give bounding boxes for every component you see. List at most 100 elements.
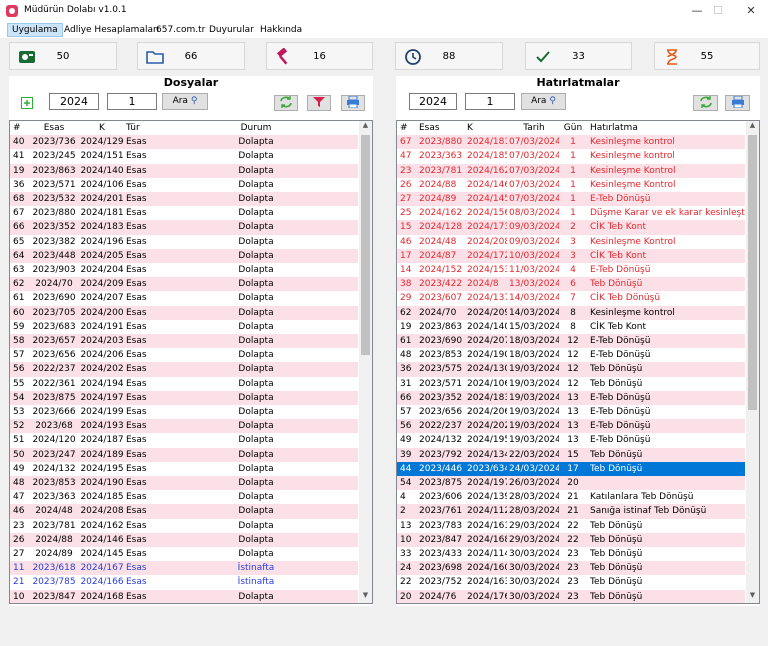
table-row[interactable]: 26 2024/88 2024/146 Esas Dolapta xyxy=(10,532,358,547)
menu-adliye-hesaplamalari[interactable]: Adliye Hesaplamaları xyxy=(60,24,163,36)
table-row[interactable]: 11 2023/618 2024/167 Esas İstinafta xyxy=(10,561,358,576)
table-row[interactable]: 68 2023/532 2024/201 Esas Dolapta xyxy=(10,192,358,207)
table-row[interactable]: 27 2024/89 2024/145 Esas Dolapta xyxy=(10,547,358,561)
table-row[interactable]: 44 2023/446 2023/634 24/03/2024 17 Teb Dönüşü xyxy=(397,461,745,476)
table-row[interactable]: 17 2024/87 2024/172 10/03/2024 3 CİK Teb Kont xyxy=(397,248,745,263)
table-row[interactable]: 33 2023/433 2024/114 30/03/2024 23 Teb Dönüşü xyxy=(397,547,745,561)
scroll-down-icon[interactable]: ▼ xyxy=(746,591,759,603)
table-row[interactable]: 27 2024/89 2024/145 07/03/2024 1 E-Teb Dönüşü xyxy=(397,192,745,207)
column-header[interactable]: Tarih xyxy=(509,121,559,135)
stat-card-4[interactable]: 88 xyxy=(395,42,503,70)
search-button[interactable]: Ara ⚲ xyxy=(162,93,208,110)
table-row[interactable]: 15 2024/128 2024/173 09/03/2024 2 CİK Teb Kon… xyxy=(397,220,745,235)
table-row[interactable]: 29 2023/607 2024/137 14/03/2024 7 CİK Teb Dön… xyxy=(397,291,745,305)
table-row[interactable]: 19 2023/863 2024/140 15/03/2024 8 CİK Teb Kon… xyxy=(397,320,745,334)
column-header[interactable]: Hatırlatma xyxy=(590,121,745,135)
table-row[interactable]: 56 2022/237 2024/202 19/03/2024 13 E-Teb Dönü… xyxy=(397,419,745,434)
table-row[interactable]: 62 2024/70 2024/209 Esas Dolapta xyxy=(10,277,358,292)
table-row[interactable]: 61 2023/690 2024/207 Esas Dolapta xyxy=(10,291,358,305)
table-row[interactable]: 59 2023/683 2024/191 Esas Dolapta xyxy=(10,320,358,334)
scroll-up-icon[interactable]: ▲ xyxy=(746,121,759,133)
scroll-up-icon[interactable]: ▲ xyxy=(359,121,372,133)
table-row[interactable]: 49 2024/132 2024/195 Esas Dolapta xyxy=(10,462,358,476)
search-button[interactable]: Ara ⚲ xyxy=(521,93,566,110)
table-row[interactable]: 21 2023/785 2024/166 Esas İstinafta xyxy=(10,575,358,589)
scrollbar-thumb[interactable] xyxy=(361,135,370,355)
stat-card-3[interactable]: 16 xyxy=(266,42,373,70)
table-row[interactable]: 60 2023/705 2024/200 Esas Dolapta xyxy=(10,305,358,320)
table-row[interactable]: 55 2022/361 2024/194 Esas Dolapta xyxy=(10,377,358,391)
year-input[interactable]: 2024 xyxy=(409,93,457,110)
table-row[interactable]: 63 2023/903 2024/204 Esas Dolapta xyxy=(10,263,358,277)
vertical-scrollbar[interactable]: ▲ ▼ xyxy=(746,121,759,603)
table-row[interactable]: 46 2024/48 2024/208 09/03/2024 3 Kesinleşme K… xyxy=(397,235,745,249)
table-row[interactable]: 67 2023/880 2024/181 Esas Dolapta xyxy=(10,206,358,220)
table-row[interactable]: 51 2024/120 2024/187 Esas Dolapta xyxy=(10,433,358,447)
table-row[interactable]: 23 2023/781 2024/162 Esas Dolapta xyxy=(10,519,358,533)
table-row[interactable]: 47 2023/363 2024/185 07/03/2024 1 Kesinleşme … xyxy=(397,149,745,163)
table-row[interactable]: 54 2023/875 2024/197 26/03/2024 20 xyxy=(397,476,745,491)
number-input[interactable]: 1 xyxy=(465,93,515,110)
table-row[interactable]: 36 2023/571 2024/106 Esas Dolapta xyxy=(10,178,358,192)
table-row[interactable]: 62 2024/70 2024/209 14/03/2024 8 Kesinleşme k… xyxy=(397,305,745,320)
table-row[interactable]: 19 2023/863 2024/140 Esas Dolapta xyxy=(10,163,358,178)
table-row[interactable]: 57 2023/656 2024/206 19/03/2024 13 E-Teb Dönü… xyxy=(397,405,745,419)
menu-657[interactable]: 657.com.tr xyxy=(152,24,209,36)
stat-card-1[interactable]: 50 xyxy=(9,42,117,70)
stat-card-5[interactable]: 33 xyxy=(525,42,632,70)
table-row[interactable]: 47 2023/363 2024/185 Esas Dolapta xyxy=(10,490,358,504)
table-row[interactable]: 49 2024/132 2024/195 19/03/2024 13 E-Teb Dönü… xyxy=(397,433,745,447)
table-row[interactable]: 56 2022/237 2024/202 Esas Dolapta xyxy=(10,362,358,377)
menu-uygulama[interactable]: Uygulama xyxy=(7,23,63,37)
menu-duyurular[interactable]: Duyurular xyxy=(205,24,258,36)
vertical-scrollbar[interactable]: ▲ ▼ xyxy=(359,121,372,603)
table-row[interactable]: 57 2023/656 2024/206 Esas Dolapta xyxy=(10,348,358,362)
table-row[interactable]: 67 2023/880 2024/181 07/03/2024 1 Kesinleşme … xyxy=(397,135,745,150)
column-header[interactable]: # xyxy=(400,121,418,135)
table-row[interactable]: 48 2023/853 2024/190 18/03/2024 12 E-Teb Dönü… xyxy=(397,348,745,362)
column-header[interactable]: # xyxy=(13,121,29,135)
refresh-button[interactable] xyxy=(693,95,718,111)
table-row[interactable]: 41 2023/245 2024/151 Esas Dolapta xyxy=(10,149,358,163)
table-row[interactable]: 23 2023/781 2024/162 07/03/2024 1 Kesinleşme … xyxy=(397,163,745,178)
column-header[interactable]: Tür xyxy=(126,121,154,135)
filter-button[interactable] xyxy=(307,95,331,111)
table-row[interactable]: 26 2024/88 2024/146 07/03/2024 1 Kesinleşme K… xyxy=(397,178,745,192)
table-row[interactable]: 10 2023/847 2024/168 Esas Dolapta xyxy=(10,589,358,603)
table-row[interactable]: 61 2023/690 2024/207 18/03/2024 12 E-Teb Dönü… xyxy=(397,334,745,349)
maximize-button[interactable]: ☐ xyxy=(703,3,733,19)
table-row[interactable]: 46 2024/48 2024/208 Esas Dolapta xyxy=(10,504,358,519)
table-row[interactable]: 39 2023/792 2024/134 22/03/2024 15 Teb Dönüşü xyxy=(397,447,745,462)
column-header[interactable]: Esas xyxy=(419,121,463,135)
column-header[interactable]: Gün xyxy=(563,121,583,135)
table-row[interactable]: 52 2023/68 2024/193 Esas Dolapta xyxy=(10,419,358,434)
print-button[interactable] xyxy=(725,95,750,111)
table-row[interactable]: 65 2023/382 2024/196 Esas Dolapta xyxy=(10,235,358,249)
scrollbar-thumb[interactable] xyxy=(748,135,757,410)
table-row[interactable]: 14 2024/152 2024/153 11/03/2024 4 E-Teb Dönüş… xyxy=(397,263,745,277)
hatirlatmalar-table[interactable]: # Esas K Tarih Gün Hatırlatma 67 2023/880 2024/1… xyxy=(396,120,760,604)
refresh-button[interactable] xyxy=(274,95,298,111)
column-header[interactable]: Esas xyxy=(30,121,78,135)
table-row[interactable]: 54 2023/875 2024/197 Esas Dolapta xyxy=(10,390,358,405)
table-row[interactable]: 38 2023/422 2024/8 13/03/2024 6 Teb Dönüşü xyxy=(397,277,745,292)
table-row[interactable]: 53 2023/666 2024/199 Esas Dolapta xyxy=(10,405,358,419)
dosyalar-table[interactable]: # Esas K Tür Durum 40 2023/736 2024/129 Esas Dola… xyxy=(9,120,373,604)
table-row[interactable]: 64 2023/448 2024/205 Esas Dolapta xyxy=(10,248,358,263)
table-row[interactable]: 22 2023/752 2024/163 30/03/2024 23 Teb Dönüşü xyxy=(397,575,745,589)
table-row[interactable]: 24 2023/698 2024/160 30/03/2024 23 Teb Dönüşü xyxy=(397,561,745,576)
table-row[interactable]: 36 2023/575 2024/130 19/03/2024 12 Teb Dönüşü xyxy=(397,362,745,377)
table-row[interactable]: 10 2023/847 2024/168 29/03/2024 22 Teb Dönüşü xyxy=(397,532,745,547)
number-input[interactable]: 1 xyxy=(107,93,157,110)
table-row[interactable]: 13 2023/783 2024/161 29/03/2024 22 Teb Dönüşü xyxy=(397,519,745,533)
print-button[interactable] xyxy=(341,95,365,111)
table-row[interactable]: 31 2023/571 2024/106 19/03/2024 12 Teb Dönüşü xyxy=(397,377,745,391)
table-row[interactable]: 66 2023/352 2024/183 19/03/2024 13 E-Teb Dönü… xyxy=(397,390,745,405)
stat-card-6[interactable]: 55 xyxy=(654,42,760,70)
column-header[interactable]: K xyxy=(467,121,507,135)
table-row[interactable]: 40 2023/736 2024/129 Esas Dolapta xyxy=(10,135,358,150)
table-row[interactable]: 66 2023/352 2024/183 Esas Dolapta xyxy=(10,220,358,235)
table-row[interactable]: 4 2023/606 2024/139 28/03/2024 21 Katılanlara… xyxy=(397,490,745,504)
table-row[interactable]: 20 2024/76 2024/176 30/03/2024 23 Teb Dönüşü xyxy=(397,589,745,603)
table-row[interactable]: 50 2023/247 2024/189 Esas Dolapta xyxy=(10,447,358,462)
